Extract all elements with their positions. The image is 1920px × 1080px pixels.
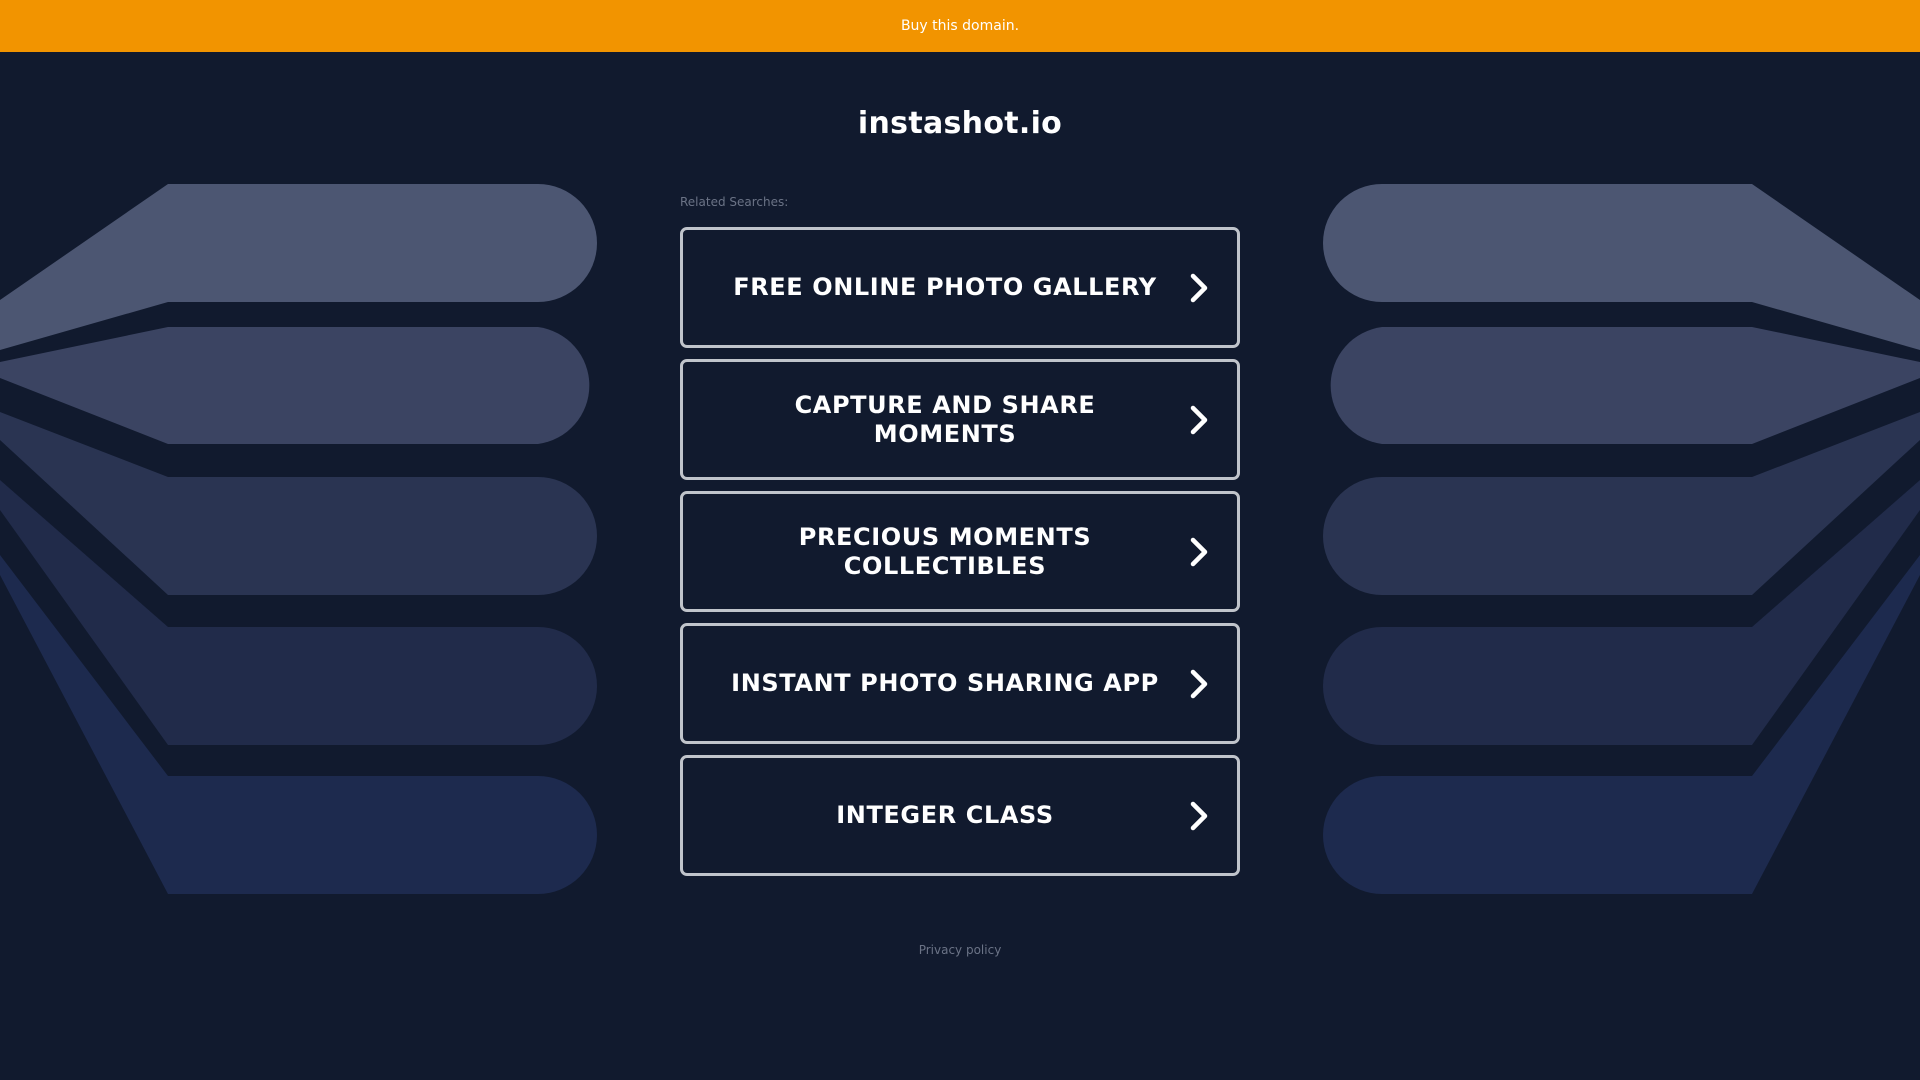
buy-domain-banner: Buy this domain. [0, 0, 1920, 52]
footer: Privacy policy [0, 939, 1920, 958]
right-decoration [1323, 184, 1920, 894]
related-search-label: INSTANT PHOTO SHARING APP [731, 669, 1159, 697]
related-search-link-precious-moments-collectibles[interactable]: PRECIOUS MOMENTS COLLECTIBLES [680, 491, 1240, 612]
related-search-link-instant-photo-sharing-app[interactable]: INSTANT PHOTO SHARING APP [680, 623, 1240, 744]
page-title: instashot.io [857, 106, 1063, 141]
related-search-label: PRECIOUS MOMENTS COLLECTIBLES [798, 522, 1092, 580]
chevron-right-icon [1190, 273, 1208, 302]
related-search-label: CAPTURE AND SHARE MOMENTS [794, 390, 1096, 448]
left-decoration [0, 184, 597, 894]
privacy-policy-link[interactable]: Privacy policy [919, 943, 1002, 957]
chevron-right-icon [1190, 801, 1208, 830]
related-searches-list: FREE ONLINE PHOTO GALLERY CAPTURE AND SH… [680, 227, 1240, 887]
related-search-link-free-online-photo-gallery[interactable]: FREE ONLINE PHOTO GALLERY [680, 227, 1240, 348]
related-searches-label: Related Searches: [680, 195, 789, 209]
chevron-right-icon [1190, 669, 1208, 698]
buy-domain-link[interactable]: Buy this domain. [901, 18, 1019, 34]
chevron-right-icon [1190, 405, 1208, 434]
related-search-link-integer-class[interactable]: INTEGER CLASS [680, 755, 1240, 876]
related-search-link-capture-and-share-moments[interactable]: CAPTURE AND SHARE MOMENTS [680, 359, 1240, 480]
related-search-label: FREE ONLINE PHOTO GALLERY [733, 273, 1157, 301]
chevron-right-icon [1190, 537, 1208, 566]
related-search-label: INTEGER CLASS [836, 801, 1054, 829]
